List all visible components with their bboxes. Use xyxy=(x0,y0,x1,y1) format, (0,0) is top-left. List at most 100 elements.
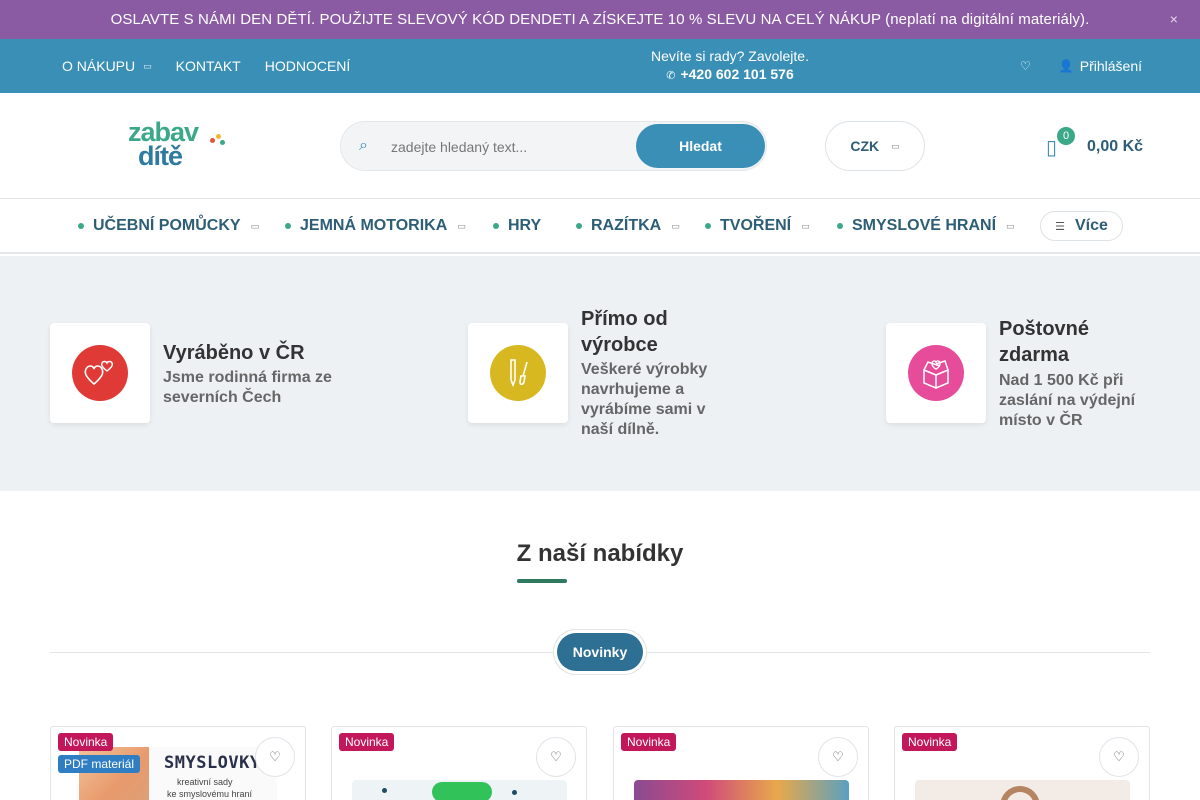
product-image-subtitle: kreativní sady xyxy=(177,777,233,787)
bullet-dot xyxy=(837,223,843,229)
currency-value: CZK xyxy=(850,138,880,154)
cart-icon: ▯ xyxy=(1046,136,1058,159)
chevron-down-icon: ▭ xyxy=(457,220,466,231)
more-categories-button[interactable]: ☰ Více xyxy=(1040,211,1123,241)
tab-novinky[interactable]: Novinky xyxy=(557,633,643,671)
topnav-item-label: KONTAKT xyxy=(175,58,241,74)
menu-icon: ☰ xyxy=(1055,220,1065,233)
currency-select[interactable]: CZK ▭ xyxy=(825,121,925,171)
heart-icon[interactable]: ♡ xyxy=(1020,59,1031,73)
chevron-down-icon: ▭ xyxy=(1006,220,1015,231)
logo-line2: dítě xyxy=(138,141,183,171)
category-razitka[interactable]: RAZÍTKA ▭ xyxy=(576,217,680,235)
cart-total: 0,00 Kč xyxy=(1087,138,1144,155)
user-icon: 👤 xyxy=(1058,59,1074,73)
badge-novinka: Novinka xyxy=(621,733,677,751)
phone-number: +420 602 101 576 xyxy=(680,66,794,82)
hearts-icon xyxy=(72,345,128,401)
chevron-down-icon: ▭ xyxy=(891,140,900,151)
more-label: Více xyxy=(1074,217,1108,234)
benefits-section: Vyráběno v ČR Jsme rodinná firma ze seve… xyxy=(0,256,1200,491)
top-navigation: O NÁKUPU ▭ KONTAKT HODNOCENÍ xyxy=(62,39,374,93)
category-tvoreni[interactable]: TVOŘENÍ ▭ xyxy=(705,217,810,235)
bullet-dot xyxy=(78,223,84,229)
help-contact: Nevíte si rady? Zavolejte. ✆ +420 602 101… xyxy=(620,47,840,85)
chevron-down-icon: ▭ xyxy=(671,220,680,231)
wishlist-heart-icon[interactable]: ♡ xyxy=(818,737,858,777)
help-text: Nevíte si rady? Zavolejte. xyxy=(651,48,809,64)
category-ucebni-pomucky[interactable]: UČEBNÍ POMŮCKY ▭ xyxy=(78,217,259,235)
product-image[interactable] xyxy=(915,780,1130,800)
bullet-dot xyxy=(285,223,291,229)
product-card[interactable]: SMYSLOVKY kreativní sady ke smyslovému h… xyxy=(50,726,306,800)
benefit-title: Poštovné zdarma xyxy=(999,318,1090,366)
phone-link[interactable]: ✆ +420 602 101 576 xyxy=(620,65,840,85)
tabs-wrapper: Novinky xyxy=(553,629,647,675)
login-label: Přihlášení xyxy=(1079,58,1142,74)
benefit-desc: Veškeré výrobky navrhujeme a vyrábíme sa… xyxy=(581,361,708,438)
category-hry[interactable]: HRY xyxy=(493,217,541,235)
category-label: SMYSLOVÉ HRANÍ xyxy=(852,217,997,234)
category-label: HRY xyxy=(508,217,542,234)
promo-banner: OSLAVTE S NÁMI DEN DĚTÍ. POUŽIJTE SLEVOV… xyxy=(0,0,1200,39)
category-label: UČEBNÍ POMŮCKY xyxy=(93,217,241,234)
title-underline xyxy=(517,579,567,583)
cart-count-badge: 0 xyxy=(1057,127,1075,145)
benefit-icon-box xyxy=(468,323,568,423)
bullet-dot xyxy=(493,223,499,229)
category-label: TVOŘENÍ xyxy=(720,217,792,234)
pencil-brush-icon xyxy=(490,345,546,401)
topnav-item-hodnoceni[interactable]: HODNOCENÍ xyxy=(265,58,351,74)
wishlist-heart-icon[interactable]: ♡ xyxy=(255,737,295,777)
product-image-title: SMYSLOVKY xyxy=(164,753,261,773)
chevron-down-icon: ▭ xyxy=(801,220,810,231)
logo-dots xyxy=(210,134,225,145)
category-smyslove-hrani[interactable]: SMYSLOVÉ HRANÍ ▭ xyxy=(837,217,1015,235)
topnav-item-label: O NÁKUPU xyxy=(62,58,136,74)
badge-novinka: Novinka xyxy=(339,733,395,751)
bullet-dot xyxy=(705,223,711,229)
chevron-down-icon: ▭ xyxy=(143,60,152,71)
product-card[interactable]: Novinka ♡ xyxy=(894,726,1150,800)
section-title: Z naší nabídky xyxy=(516,540,684,567)
search-icon: ⌕ xyxy=(359,137,368,154)
logo[interactable]: zabav dítě xyxy=(128,119,225,171)
header: zabav dítě ⌕ Hledat CZK ▭ ▯ 0 0,00 Kč xyxy=(0,93,1200,198)
category-label: JEMNÁ MOTORIKA xyxy=(300,217,448,234)
wishlist-heart-icon[interactable]: ♡ xyxy=(1099,737,1139,777)
product-image[interactable] xyxy=(634,780,849,800)
product-card[interactable]: Novinka ♡ xyxy=(331,726,587,800)
badge-novinka: Novinka xyxy=(58,733,114,751)
cart-button[interactable]: ▯ 0 0,00 Kč xyxy=(1046,127,1143,167)
bullet-dot xyxy=(576,223,582,229)
benefit-icon-box xyxy=(50,323,150,423)
top-right-actions: ♡ 👤 Přihlášení xyxy=(1020,39,1142,93)
benefit-title: Vyráběno v ČR xyxy=(163,342,305,364)
package-icon xyxy=(908,345,964,401)
wishlist-heart-icon[interactable]: ♡ xyxy=(536,737,576,777)
topnav-item-label: HODNOCENÍ xyxy=(264,58,351,74)
product-image-subtitle: ke smyslovému hraní xyxy=(167,789,253,799)
phone-icon: ✆ xyxy=(666,70,676,82)
topnav-item-kontakt[interactable]: KONTAKT xyxy=(176,58,241,74)
benefit-desc: Nad 1 500 Kč při zaslání na výdejní míst… xyxy=(999,372,1136,429)
category-jemna-motorika[interactable]: JEMNÁ MOTORIKA ▭ xyxy=(285,217,466,235)
chevron-down-icon: ▭ xyxy=(250,220,260,231)
topnav-item-o-nakupu[interactable]: O NÁKUPU ▭ xyxy=(62,58,152,74)
category-navigation: UČEBNÍ POMŮCKY ▭ JEMNÁ MOTORIKA ▭ HRY RA… xyxy=(0,198,1200,254)
benefit-icon-box xyxy=(886,323,986,423)
top-bar: O NÁKUPU ▭ KONTAKT HODNOCENÍ Nevíte si r… xyxy=(0,39,1200,93)
product-image[interactable] xyxy=(352,780,567,800)
product-card[interactable]: Novinka ♡ xyxy=(613,726,869,800)
promo-text: OSLAVTE S NÁMI DEN DĚTÍ. POUŽIJTE SLEVOV… xyxy=(110,11,1090,28)
badge-novinka: Novinka xyxy=(902,733,958,751)
benefit-title: Přímo od výrobce xyxy=(581,308,668,356)
benefit-desc: Jsme rodinná firma ze severních Čech xyxy=(163,369,332,406)
badge-pdf-material: PDF materiál xyxy=(58,755,141,773)
close-icon[interactable]: × xyxy=(1170,11,1178,27)
search-bar: ⌕ Hledat xyxy=(340,121,767,171)
search-input[interactable] xyxy=(391,134,631,160)
search-button[interactable]: Hledat xyxy=(636,124,765,168)
category-label: RAZÍTKA xyxy=(591,217,662,234)
login-link[interactable]: 👤 Přihlášení xyxy=(1059,58,1142,74)
